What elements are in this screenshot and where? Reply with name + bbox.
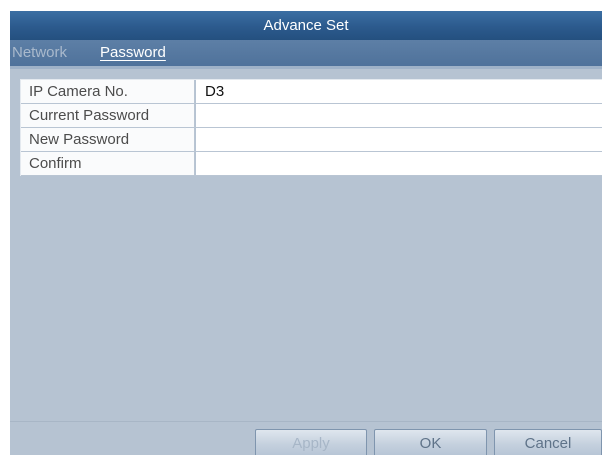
new-password-label: New Password: [21, 128, 195, 151]
current-password-label: Current Password: [21, 104, 195, 127]
ip-camera-value: D3: [196, 80, 602, 103]
ip-camera-label: IP Camera No.: [21, 80, 195, 103]
new-password-field[interactable]: [205, 128, 602, 151]
form-row-current-password: Current Password: [21, 104, 602, 128]
tab-bar: Network Password: [10, 40, 602, 66]
confirm-cell: [196, 152, 602, 175]
dialog-title: Advance Set: [10, 11, 602, 40]
form-row-new-password: New Password: [21, 128, 602, 152]
ok-button[interactable]: OK: [374, 429, 487, 455]
form-row-confirm: Confirm: [21, 152, 602, 176]
tab-separator: [10, 66, 602, 69]
advance-set-dialog: Advance Set Network Password IP Camera N…: [10, 11, 602, 455]
apply-button[interactable]: Apply: [255, 429, 367, 455]
cancel-button[interactable]: Cancel: [494, 429, 602, 455]
current-password-field[interactable]: [205, 104, 602, 127]
confirm-label: Confirm: [21, 152, 195, 175]
tab-password[interactable]: Password: [100, 40, 166, 66]
confirm-password-field[interactable]: [205, 152, 602, 175]
new-password-cell: [196, 128, 602, 151]
password-form: IP Camera No. D3 Current Password New Pa…: [20, 79, 602, 176]
form-row-ip-camera: IP Camera No. D3: [21, 80, 602, 104]
footer-divider: [10, 421, 602, 422]
tab-network[interactable]: Network: [12, 40, 67, 66]
current-password-cell: [196, 104, 602, 127]
